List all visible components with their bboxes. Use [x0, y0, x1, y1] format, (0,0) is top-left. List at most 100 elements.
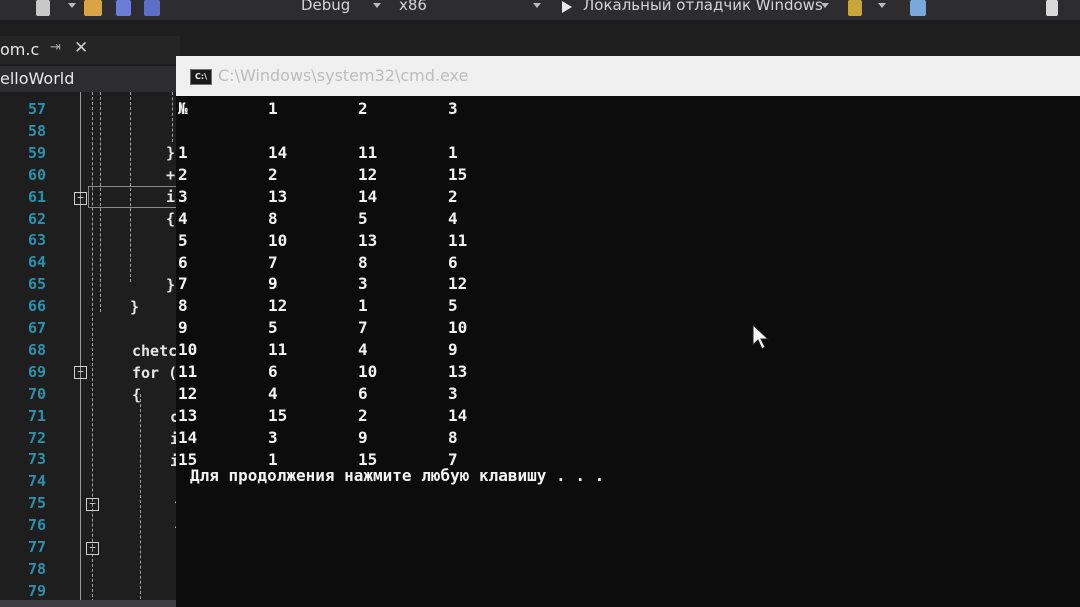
value-cell: 2 [358, 405, 368, 425]
value-cell: 8 [268, 208, 278, 228]
code-editor[interactable]: 57 58 59 60 61 62 63 64 65 66 67 68 69 70 71 72 73 74 75 76… [0, 92, 190, 607]
row-index-cell: 6 [178, 252, 188, 272]
debugger-chevron-icon[interactable] [821, 3, 829, 8]
console-title-bar[interactable]: C:\ C:\Windows\system32\cmd.exe [176, 56, 1080, 96]
code-token: } [166, 276, 176, 294]
current-line-highlight [88, 186, 182, 208]
console-title: C:\Windows\system32\cmd.exe [218, 66, 469, 85]
line-number: 71 [27, 406, 46, 425]
line-number: 70 [27, 384, 46, 403]
value-cell: 14 [268, 143, 288, 162]
row-index-cell: 2 [178, 164, 188, 184]
line-number: 67 [27, 319, 46, 337]
project-name[interactable]: elloWorld [0, 69, 74, 88]
line-number: 73 [27, 450, 46, 469]
value-cell: 9 [358, 427, 368, 447]
value-cell: 8 [358, 252, 368, 272]
line-number: 60 [27, 165, 46, 184]
continue-prompt: Для продолжения нажмите любую клавишу . … [190, 466, 605, 485]
line-number: 74 [27, 472, 46, 491]
config-chevron-icon[interactable] [373, 3, 381, 8]
save-all-icon[interactable] [144, 0, 160, 16]
value-cell: 10 [358, 362, 378, 381]
code-token: { [132, 386, 142, 404]
close-icon[interactable]: ✕ [74, 38, 88, 58]
platform-dropdown[interactable]: x86 [399, 0, 427, 14]
value-cell: 6 [448, 252, 458, 272]
value-cell: 9 [448, 340, 458, 360]
code-token: { [166, 210, 176, 228]
value-cell: 6 [358, 383, 368, 403]
line-number: 65 [27, 275, 46, 294]
solution-config-dropdown[interactable]: Debug [301, 0, 350, 14]
value-cell: 15 [358, 449, 378, 469]
value-cell: 8 [448, 427, 458, 447]
pin-icon[interactable]: ⇥ [50, 40, 61, 55]
value-cell: 13 [448, 362, 468, 381]
value-cell: 1 [268, 449, 278, 469]
value-cell: 10 [268, 230, 288, 250]
console-output: Для продолжения нажмите любую клавишу . … [176, 96, 1080, 607]
collapse-icon[interactable]: − [86, 498, 99, 511]
bookmark-icon[interactable] [1046, 0, 1058, 16]
console-window[interactable]: C:\ C:\Windows\system32\cmd.exe Для прод… [176, 56, 1080, 607]
tab-filename[interactable]: om.c [0, 40, 39, 59]
value-cell: 11 [448, 230, 468, 250]
line-number: 78 [27, 559, 46, 578]
value-cell: 2 [358, 99, 368, 118]
collapse-icon[interactable]: − [74, 366, 87, 379]
value-cell: 3 [448, 383, 458, 403]
line-number: 72 [27, 428, 46, 447]
value-cell: 7 [448, 449, 458, 469]
collapse-icon[interactable]: − [86, 542, 99, 555]
find-chevron-icon[interactable] [878, 3, 886, 8]
line-number: 64 [27, 253, 46, 272]
value-cell: 15 [448, 164, 468, 184]
row-index-cell: 3 [178, 186, 188, 206]
value-cell: 2 [448, 186, 458, 206]
line-number: 63 [27, 231, 46, 250]
value-cell: 7 [358, 318, 368, 338]
find-icon[interactable] [848, 0, 862, 16]
save-file-icon[interactable] [116, 0, 131, 16]
collapse-icon[interactable]: − [74, 192, 87, 205]
line-number: 59 [27, 143, 46, 162]
row-index-cell: 15 [178, 449, 198, 469]
value-cell: 3 [358, 274, 368, 294]
platform-chevron-icon[interactable] [533, 3, 541, 8]
indent-guide [172, 92, 173, 142]
start-debugging-icon[interactable] [562, 1, 572, 13]
code-token: + [166, 166, 176, 184]
value-cell: 13 [268, 186, 288, 206]
value-cell: 4 [448, 208, 458, 228]
chevron-down-icon[interactable] [68, 3, 76, 8]
value-cell: 5 [268, 318, 278, 338]
value-cell: 14 [358, 186, 378, 206]
line-number: 79 [27, 581, 46, 600]
value-cell: 11 [268, 340, 288, 360]
code-token: } [166, 144, 176, 162]
project-navigation-bar[interactable]: elloWorld [0, 66, 180, 92]
vs-toolbar: Debug x86 Локальный отладчик Windows [0, 0, 1080, 20]
editor-tab[interactable]: om.c ⇥ ✕ [0, 36, 180, 64]
value-cell: 10 [448, 318, 468, 338]
value-cell: 6 [268, 362, 278, 381]
row-index-cell: 13 [178, 405, 198, 425]
start-debugger-button[interactable]: Локальный отладчик Windows [583, 0, 823, 14]
line-number: 57 [27, 100, 46, 118]
editor-scrollbar[interactable] [0, 600, 190, 607]
code-token: chetc [132, 342, 178, 360]
line-number: 66 [27, 297, 46, 316]
open-folder-icon[interactable] [84, 0, 102, 16]
line-number: 62 [27, 209, 46, 228]
value-cell: 3 [268, 427, 278, 447]
line-number: 77 [27, 538, 46, 556]
value-cell: 4 [268, 383, 278, 403]
mouse-cursor-icon [752, 324, 770, 350]
save-icon[interactable] [36, 0, 50, 16]
row-index-cell: 9 [178, 318, 188, 338]
value-cell: 12 [268, 296, 288, 316]
window-layout-icon[interactable] [910, 0, 926, 16]
value-cell: 4 [358, 340, 368, 360]
code-token: } [130, 298, 140, 316]
